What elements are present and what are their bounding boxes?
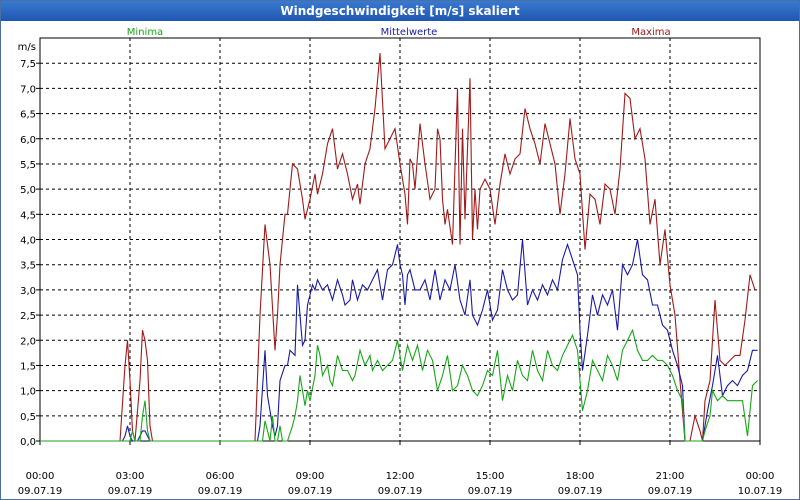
y-tick-label: 4,5	[20, 210, 36, 221]
legend-maxima: Maxima	[631, 27, 670, 38]
series-line-mittelwerte	[40, 239, 758, 442]
legend: Maxima Mittelwerte Minima	[127, 27, 671, 38]
y-tick-label: 2,5	[20, 311, 36, 322]
x-tick-date: 09.07.19	[468, 486, 513, 497]
y-axis-label: m/s	[18, 42, 36, 53]
y-tick-label: 6,5	[20, 110, 36, 121]
wind-speed-chart: 0,0 0,5 1,0 1,5 2,0 2,5 3,0 3,5 4,0 4,5 5,0 5,5 6,0 6…	[18, 27, 783, 497]
x-tick-time: 00:00	[26, 471, 55, 482]
x-tick-date: 09.07.19	[378, 486, 423, 497]
y-tick-label: 7,0	[20, 84, 36, 95]
y-tick-label: 7,5	[20, 59, 36, 70]
x-tick-date: 09.07.19	[108, 486, 153, 497]
x-tick-time: 18:00	[566, 471, 595, 482]
x-tick-date: 10.07.19	[738, 486, 783, 497]
x-tick-date: 09.07.19	[198, 486, 243, 497]
axes	[36, 37, 761, 445]
y-tick-label: 3,5	[20, 261, 36, 272]
x-tick-date: 09.07.19	[288, 486, 333, 497]
x-tick-time: 00:00	[746, 471, 775, 482]
x-tick-time: 03:00	[116, 471, 145, 482]
x-tick-time: 06:00	[206, 471, 235, 482]
x-tick-date: 09.07.19	[18, 486, 63, 497]
y-tick-label: 3,0	[20, 286, 36, 297]
x-tick-time: 12:00	[386, 471, 415, 482]
y-tick-label: 0,0	[20, 437, 36, 448]
y-tick-label: 2,0	[20, 336, 36, 347]
x-tick-date: 09.07.19	[558, 486, 603, 497]
series-line-minima	[40, 328, 758, 442]
y-tick-label: 0,5	[20, 412, 36, 423]
series-group	[40, 53, 758, 442]
legend-minima: Minima	[127, 27, 163, 38]
y-tick-label: 6,0	[20, 135, 36, 146]
y-tick-label: 1,0	[20, 387, 36, 398]
y-tick-label: 4,0	[20, 236, 36, 247]
x-tick-time: 15:00	[476, 471, 505, 482]
y-tick-label: 5,5	[20, 160, 36, 171]
x-tick-time: 09:00	[296, 471, 325, 482]
x-tick-time: 21:00	[656, 471, 685, 482]
y-tick-label: 1,5	[20, 361, 36, 372]
legend-mittelwerte: Mittelwerte	[381, 27, 438, 38]
x-tick-date: 09.07.19	[648, 486, 693, 497]
y-tick-label: 5,0	[20, 185, 36, 196]
